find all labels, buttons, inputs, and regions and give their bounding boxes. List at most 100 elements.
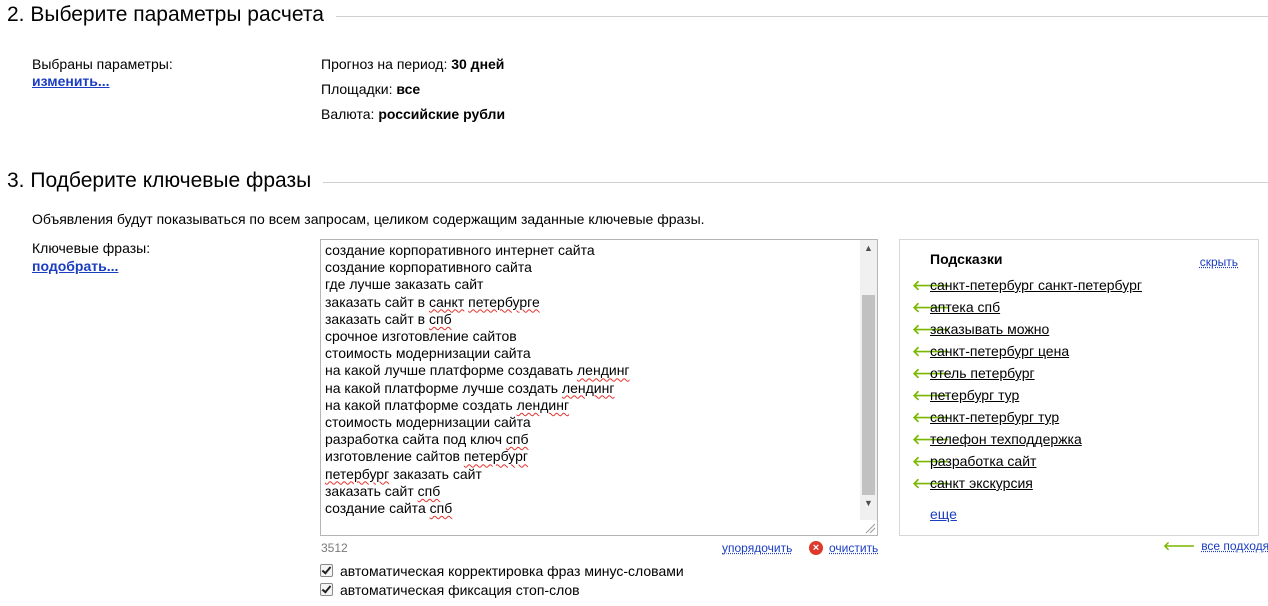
hint-item[interactable]: 🡐санкт-петербург тур bbox=[912, 409, 1059, 426]
platforms-value: все bbox=[396, 81, 421, 97]
phrase-line: на какой лучше платформе создавать ленди… bbox=[325, 362, 630, 379]
hint-link[interactable]: разработка сайт bbox=[930, 453, 1036, 469]
key-phrases-label: Ключевые фразы: bbox=[32, 240, 151, 256]
phrase-segment: спб bbox=[417, 482, 441, 499]
sort-link[interactable]: упорядочить bbox=[722, 541, 792, 555]
hint-item[interactable]: 🡐аптека спб bbox=[912, 299, 1000, 316]
textarea-scrollbar[interactable]: ▲ ▼ bbox=[860, 240, 877, 520]
hint-item[interactable]: 🡐санкт экскурсия bbox=[912, 475, 1033, 492]
hint-item[interactable]: 🡐петербург тур bbox=[912, 387, 1019, 404]
arrow-left-icon[interactable]: 🡐 bbox=[912, 409, 950, 426]
change-params-link[interactable]: изменить... bbox=[32, 73, 110, 89]
phrase-line: заказать сайт в спб bbox=[325, 311, 452, 328]
phrase-line: где лучше заказать сайт bbox=[325, 276, 483, 293]
arrow-left-icon[interactable]: 🡐 bbox=[912, 299, 950, 316]
phrase-segment: петербург bbox=[325, 465, 390, 482]
hint-link[interactable]: санкт-петербург цена bbox=[930, 343, 1069, 359]
clear-x-icon[interactable]: × bbox=[809, 541, 823, 555]
hint-link[interactable]: петербург тур bbox=[930, 387, 1019, 403]
phrase-segment: лендинг bbox=[516, 396, 570, 413]
autocorrect-checkbox[interactable] bbox=[320, 564, 333, 577]
forecast-value: 30 дней bbox=[451, 56, 505, 72]
phrase-segment: где лучше заказать сайт bbox=[325, 276, 484, 293]
arrow-left-icon[interactable]: 🡐 bbox=[912, 321, 950, 338]
phrase-line: создание сайта спб bbox=[325, 500, 452, 517]
arrow-left-icon[interactable]: 🡐 bbox=[912, 387, 950, 404]
phrase-line: срочное изготовление сайтов bbox=[325, 328, 517, 345]
forecast-line: Прогноз на период: 30 дней bbox=[321, 56, 504, 72]
currency-label: Валюта: bbox=[321, 106, 375, 122]
hint-item[interactable]: 🡐телефон техподдержка bbox=[912, 431, 1082, 448]
phrase-segment: санкт bbox=[429, 293, 465, 310]
more-hints-link[interactable]: еще bbox=[930, 506, 957, 522]
hint-link[interactable]: аптека спб bbox=[930, 299, 1000, 315]
hints-panel: Подсказки скрыть 🡐санкт-петербург санкт-… bbox=[899, 239, 1259, 536]
stopwords-label: автоматическая фиксация стоп-слов bbox=[340, 582, 580, 598]
phrase-segment: лендинг bbox=[561, 379, 615, 396]
hint-link[interactable]: санкт экскурсия bbox=[930, 475, 1033, 491]
hint-item[interactable]: 🡐заказывать можно bbox=[912, 321, 1049, 338]
section2-title: 2. Выберите параметры расчета bbox=[7, 3, 336, 27]
stopwords-checkbox-row[interactable]: автоматическая фиксация стоп-слов bbox=[320, 582, 580, 598]
phrase-segment: создание корпоративного интернет сайта bbox=[325, 242, 595, 258]
key-phrases-textarea[interactable]: создание корпоративного интернет сайта со… bbox=[320, 239, 878, 536]
phrase-segment: разработка сайта под ключ bbox=[325, 431, 506, 448]
hint-link[interactable]: санкт-петербург тур bbox=[930, 409, 1059, 425]
hints-title: Подсказки bbox=[930, 251, 1003, 267]
arrow-left-icon[interactable]: 🡐 bbox=[912, 343, 950, 360]
arrow-left-icon[interactable]: 🡐 bbox=[912, 453, 950, 470]
phrase-segment: спб bbox=[505, 431, 529, 448]
all-fit-row[interactable]: 🡐 все подходят bbox=[1163, 538, 1268, 553]
hint-link[interactable]: отель петербург bbox=[930, 365, 1035, 381]
hint-link[interactable]: заказывать можно bbox=[930, 321, 1049, 337]
platforms-label: Площадки: bbox=[321, 81, 393, 97]
phrase-segment: стоимость модернизации сайта bbox=[325, 414, 531, 430]
hint-item[interactable]: 🡐отель петербург bbox=[912, 365, 1035, 382]
section3-title: 3. Подберите ключевые фразы bbox=[7, 169, 324, 193]
phrase-line: создание корпоративного интернет сайта bbox=[325, 242, 595, 259]
autocorrect-checkbox-row[interactable]: автоматическая корректировка фраз минус-… bbox=[320, 563, 684, 579]
scroll-thumb[interactable] bbox=[862, 295, 875, 495]
phrase-segment: спб bbox=[429, 310, 452, 327]
phrase-segment: стоимость модернизации сайта bbox=[325, 345, 531, 362]
phrase-segment: петербурге bbox=[468, 293, 540, 310]
hint-item[interactable]: 🡐санкт-петербург цена bbox=[912, 343, 1069, 360]
arrow-left-icon[interactable]: 🡐 bbox=[912, 277, 950, 294]
phrase-line: разработка сайта под ключ спб bbox=[325, 431, 529, 448]
phrase-line: заказать сайт в санкт петербурге bbox=[325, 294, 540, 311]
section3-description: Объявления будут показываться по всем за… bbox=[32, 211, 705, 227]
phrase-segment: создание сайта bbox=[325, 500, 430, 516]
forecast-label: Прогноз на период: bbox=[321, 56, 448, 72]
clear-link[interactable]: очистить bbox=[829, 541, 878, 555]
arrow-left-icon[interactable]: 🡐 bbox=[912, 365, 950, 382]
hint-item[interactable]: 🡐разработка сайт bbox=[912, 453, 1036, 470]
scroll-up-icon[interactable]: ▲ bbox=[860, 240, 877, 257]
hint-link[interactable]: санкт-петербург санкт-петербург bbox=[930, 277, 1142, 293]
phrase-segment: на какой платформе лучше создать bbox=[325, 379, 562, 396]
arrow-left-icon[interactable]: 🡐 bbox=[912, 475, 950, 492]
scroll-down-icon[interactable]: ▼ bbox=[860, 495, 877, 512]
selected-params-label: Выбраны параметры: bbox=[32, 56, 173, 72]
arrow-left-icon: 🡐 bbox=[1163, 539, 1196, 553]
phrase-segment: заказать сайт в bbox=[325, 293, 429, 310]
stopwords-checkbox[interactable] bbox=[320, 583, 333, 596]
hide-hints-link[interactable]: скрыть bbox=[1200, 255, 1238, 269]
platforms-line: Площадки: все bbox=[321, 81, 420, 97]
phrase-line: создание корпоративного сайта bbox=[325, 259, 532, 276]
pick-phrases-link[interactable]: подобрать... bbox=[32, 258, 118, 274]
phrase-line: заказать сайт спб bbox=[325, 483, 440, 500]
phrase-segment: изготовление сайтов bbox=[325, 448, 464, 465]
hint-item[interactable]: 🡐санкт-петербург санкт-петербург bbox=[912, 277, 1142, 294]
phrase-segment: лендинг bbox=[577, 362, 630, 379]
resize-grip-icon[interactable] bbox=[862, 520, 876, 534]
phrase-line: изготовление сайтов петербург bbox=[325, 448, 528, 465]
phrase-segment: заказать сайт в bbox=[325, 310, 429, 327]
arrow-left-icon[interactable]: 🡐 bbox=[912, 431, 950, 448]
all-fit-link[interactable]: все подходят bbox=[1201, 539, 1268, 553]
hint-link[interactable]: телефон техподдержка bbox=[930, 431, 1082, 447]
phrase-line: стоимость модернизации сайта bbox=[325, 345, 531, 362]
phrase-counter: 3512 bbox=[321, 541, 348, 555]
phrase-segment: на какой лучше платформе создавать bbox=[325, 362, 578, 379]
phrase-line: на какой платформе создать лендинг bbox=[325, 397, 569, 414]
phrase-segment: создание корпоративного сайта bbox=[325, 259, 532, 276]
